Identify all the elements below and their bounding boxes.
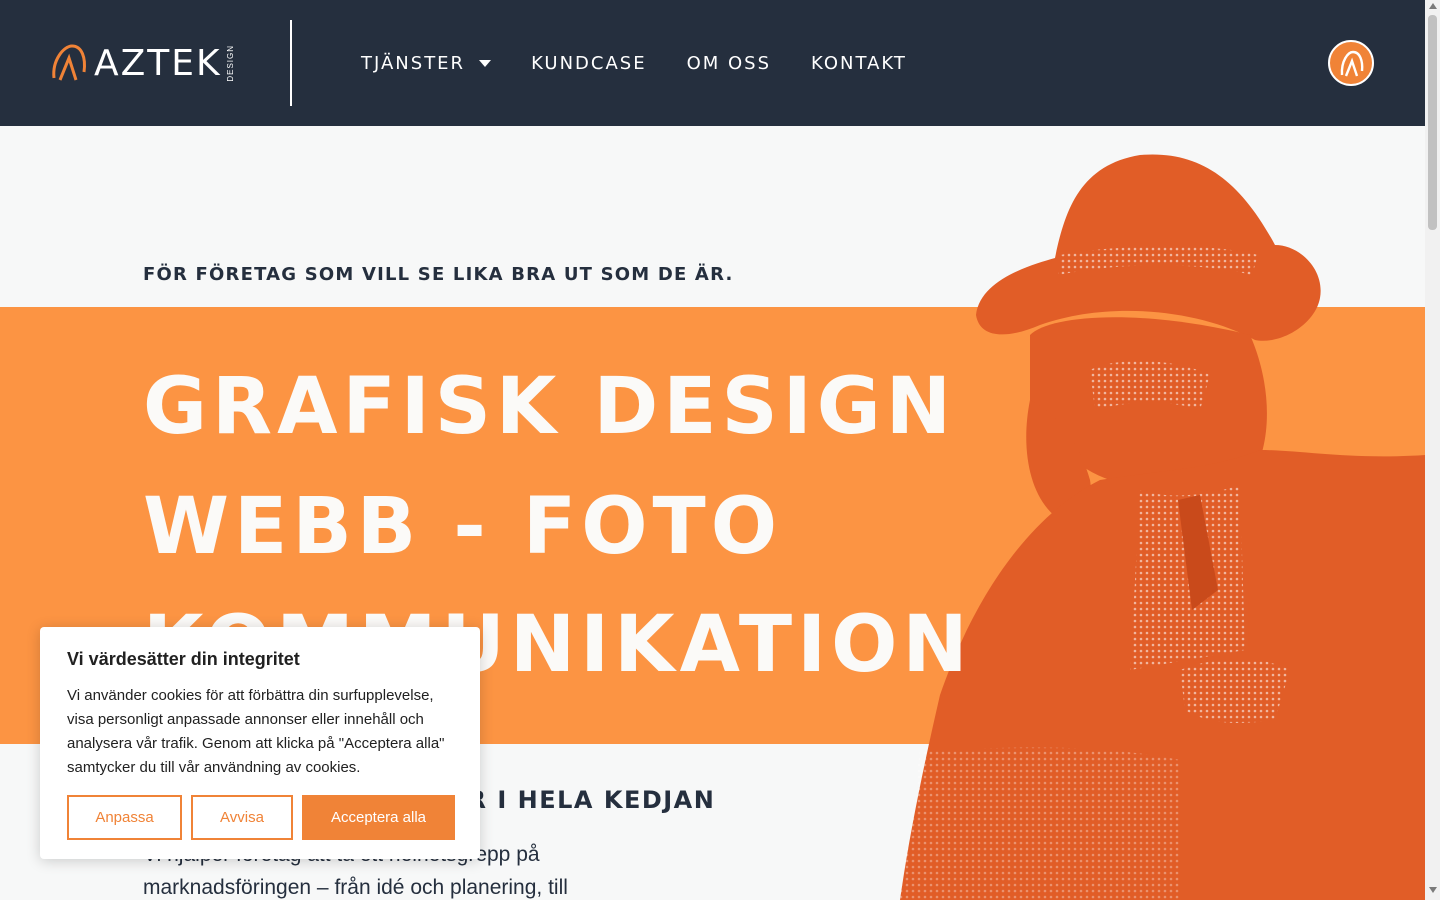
nav-item-om-oss[interactable]: OM OSS bbox=[687, 50, 771, 76]
scrollbar-thumb[interactable] bbox=[1428, 15, 1437, 230]
nav-item-label: KUNDCASE bbox=[531, 52, 647, 74]
portrait-image bbox=[900, 154, 1425, 900]
nav-item-kundcase[interactable]: KUNDCASE bbox=[531, 50, 647, 76]
aztek-logo[interactable]: AZTEK DESIGN bbox=[50, 40, 235, 86]
site-header: AZTEK DESIGN TJÄNSTER KUNDCASE OM OSS KO… bbox=[0, 0, 1425, 126]
customize-button[interactable]: Anpassa bbox=[67, 795, 182, 840]
scroll-up-arrow-icon[interactable] bbox=[1429, 3, 1437, 9]
page-scrollbar[interactable] bbox=[1425, 0, 1440, 900]
cookie-title: Vi värdesätter din integritet bbox=[67, 649, 300, 669]
caret-down-icon bbox=[479, 59, 492, 67]
main-nav: TJÄNSTER KUNDCASE OM OSS KONTAKT bbox=[361, 50, 947, 76]
hero-tagline: FÖR FÖRETAG SOM VILL SE LIKA BRA UT SOM … bbox=[143, 264, 734, 285]
cookie-actions: Anpassa Avvisa Acceptera alla bbox=[67, 795, 455, 840]
reject-button[interactable]: Avvisa bbox=[191, 795, 293, 840]
header-divider bbox=[290, 20, 292, 106]
aztek-a-icon[interactable] bbox=[1328, 40, 1374, 86]
nav-item-label: TJÄNSTER bbox=[361, 52, 466, 74]
nav-item-tjanster[interactable]: TJÄNSTER bbox=[361, 50, 492, 76]
cookie-consent-dialog: Vi värdesätter din integritet Vi använde… bbox=[40, 627, 480, 859]
accept-all-button[interactable]: Acceptera alla bbox=[302, 795, 455, 840]
aztek-logo-mark-icon bbox=[52, 44, 86, 81]
logo-subtext: DESIGN bbox=[225, 44, 235, 82]
headline-line-2: WEBB - FOTO bbox=[143, 482, 783, 572]
nav-item-kontakt[interactable]: KONTAKT bbox=[811, 50, 907, 76]
cookie-description: Vi använder cookies för att förbättra di… bbox=[67, 687, 445, 776]
logo-text: AZTEK bbox=[94, 42, 222, 84]
aztek-a-glyph-icon bbox=[1340, 50, 1364, 77]
scroll-down-arrow-icon[interactable] bbox=[1429, 887, 1437, 893]
nav-item-label: OM OSS bbox=[686, 52, 772, 74]
headline-line-1: GRAFISK DESIGN bbox=[143, 362, 957, 452]
nav-item-label: KONTAKT bbox=[811, 52, 907, 74]
